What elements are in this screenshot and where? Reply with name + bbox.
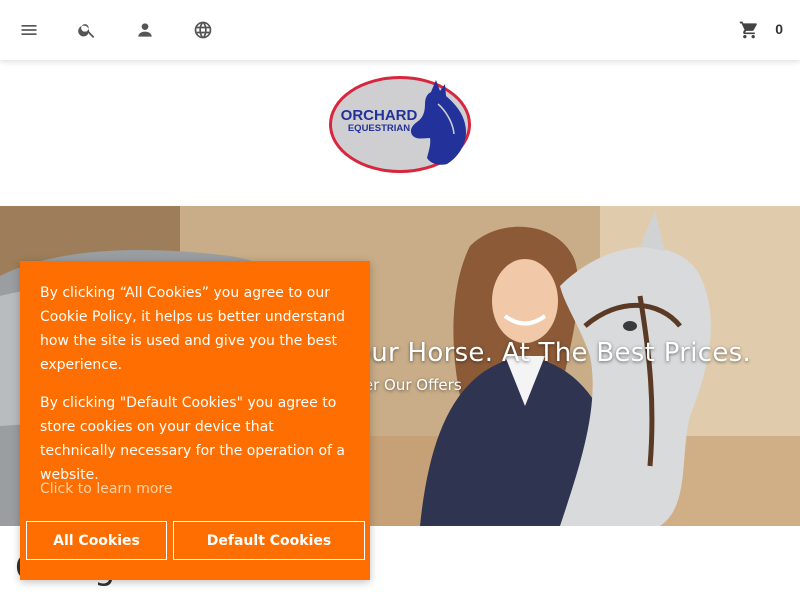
cookie-consent-dialog: By clicking “All Cookies” you agree to o… — [20, 261, 370, 580]
search-icon[interactable] — [75, 18, 99, 42]
hero-title: our Horse. At The Best Prices. — [355, 338, 752, 368]
cookie-text-all: By clicking “All Cookies” you agree to o… — [40, 285, 346, 373]
cookie-text-default: By clicking "Default Cookies" you agree … — [40, 395, 345, 483]
learn-more-link[interactable]: Click to learn more — [40, 477, 173, 501]
all-cookies-button[interactable]: All Cookies — [26, 521, 167, 560]
site-logo[interactable]: ORCHARD EQUESTRIAN — [327, 74, 473, 175]
logo-text-equestrian: EQUESTRIAN — [348, 123, 410, 134]
cart-icon[interactable] — [737, 18, 761, 42]
default-cookies-button[interactable]: Default Cookies — [173, 521, 365, 560]
hero-subtitle[interactable]: ver Our Offers — [355, 376, 462, 394]
globe-icon[interactable] — [191, 18, 215, 42]
logo-text-orchard: ORCHARD — [341, 107, 418, 124]
top-navigation-bar: 0 — [0, 0, 800, 60]
menu-icon[interactable] — [17, 18, 41, 42]
cart-count-badge[interactable]: 0 — [775, 21, 783, 37]
user-icon[interactable] — [133, 18, 157, 42]
